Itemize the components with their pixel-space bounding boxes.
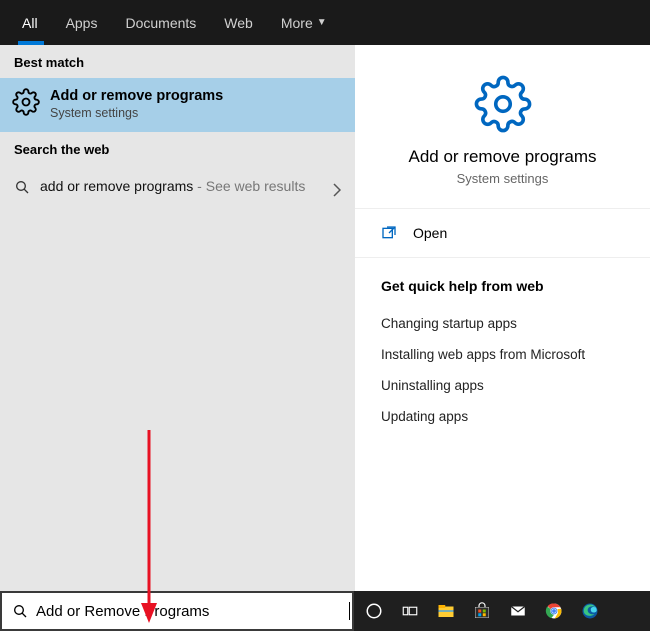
chevron-right-icon [333,183,341,197]
detail-header: Add or remove programs System settings [355,45,650,209]
search-box[interactable] [0,591,354,631]
web-result-text: add or remove programs - See web results [40,177,335,195]
detail-title: Add or remove programs [365,147,640,167]
best-match-title: Add or remove programs [50,88,223,104]
results-panel: Best match Add or remove programs System… [0,45,355,591]
tab-more-label: More [281,15,313,31]
quick-help-link[interactable]: Updating apps [381,401,624,432]
taskbar [354,591,650,631]
cortana-icon[interactable] [364,601,384,621]
search-input[interactable] [36,603,347,620]
best-match-result[interactable]: Add or remove programs System settings [0,78,355,132]
open-label: Open [413,225,447,241]
tab-more[interactable]: More ▼ [267,0,341,45]
tab-all[interactable]: All [8,0,52,45]
detail-subtitle: System settings [365,171,640,186]
quick-help-section: Get quick help from web Changing startup… [355,258,650,452]
open-action[interactable]: Open [355,209,650,258]
detail-panel: Add or remove programs System settings O… [355,45,650,591]
best-match-header: Best match [0,45,355,78]
filter-tabs: All Apps Documents Web More ▼ [0,0,650,45]
file-explorer-icon[interactable] [436,601,456,621]
task-view-icon[interactable] [400,601,420,621]
search-web-header: Search the web [0,132,355,165]
edge-icon[interactable] [580,601,600,621]
web-result[interactable]: add or remove programs - See web results [0,165,355,207]
quick-help-link[interactable]: Installing web apps from Microsoft [381,339,624,370]
tab-web[interactable]: Web [210,0,267,45]
text-caret [349,602,350,620]
open-icon [381,225,397,241]
gear-icon [12,88,40,116]
quick-help-header: Get quick help from web [381,278,624,294]
tab-documents[interactable]: Documents [111,0,210,45]
quick-help-link[interactable]: Changing startup apps [381,308,624,339]
mail-icon[interactable] [508,601,528,621]
search-icon [12,603,28,619]
quick-help-link[interactable]: Uninstalling apps [381,370,624,401]
tab-apps[interactable]: Apps [52,0,112,45]
web-result-query: add or remove programs [40,178,193,194]
chevron-down-icon: ▼ [317,17,327,28]
microsoft-store-icon[interactable] [472,601,492,621]
chrome-icon[interactable] [544,601,564,621]
web-result-suffix: - See web results [193,178,305,194]
best-match-subtitle: System settings [50,106,223,120]
search-icon [14,179,30,195]
gear-icon [474,75,532,133]
